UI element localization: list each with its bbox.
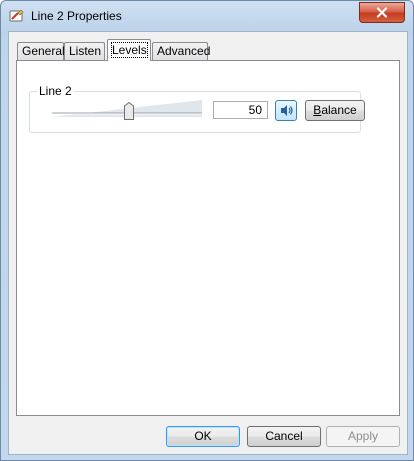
close-icon	[376, 7, 388, 18]
tab-levels[interactable]: Levels	[107, 39, 151, 61]
levels-panel: Line 2 50 Balance	[16, 60, 400, 416]
line-level-group: Line 2 50 Balance	[29, 84, 365, 133]
slider-thumb[interactable]	[124, 102, 134, 120]
tab-label: Levels	[111, 42, 148, 58]
dialog-client-area: General Listen Levels Advanced Line 2 50…	[8, 31, 408, 455]
title-bar[interactable]: Line 2 Properties	[1, 1, 413, 31]
window-title: Line 2 Properties	[31, 9, 122, 23]
tab-listen[interactable]: Listen	[64, 42, 105, 60]
tab-label: General	[22, 44, 65, 58]
speaker-icon	[281, 105, 293, 116]
balance-button[interactable]: Balance	[305, 100, 365, 121]
tab-label: Advanced	[157, 44, 211, 58]
balance-label: alance	[321, 103, 357, 117]
close-button[interactable]	[359, 2, 405, 23]
group-label: Line 2	[37, 84, 74, 98]
sound-properties-icon	[9, 9, 24, 22]
tab-label: Listen	[69, 44, 102, 58]
level-value-field[interactable]: 50	[213, 101, 268, 119]
apply-button[interactable]: Apply	[326, 426, 400, 447]
tab-general[interactable]: General	[17, 42, 65, 60]
mute-button[interactable]	[275, 100, 297, 121]
tab-advanced[interactable]: Advanced	[152, 42, 211, 60]
cancel-button[interactable]: Cancel	[247, 426, 321, 447]
properties-window: Line 2 Properties General Listen Levels …	[0, 0, 414, 461]
ok-button[interactable]: OK	[166, 426, 240, 447]
